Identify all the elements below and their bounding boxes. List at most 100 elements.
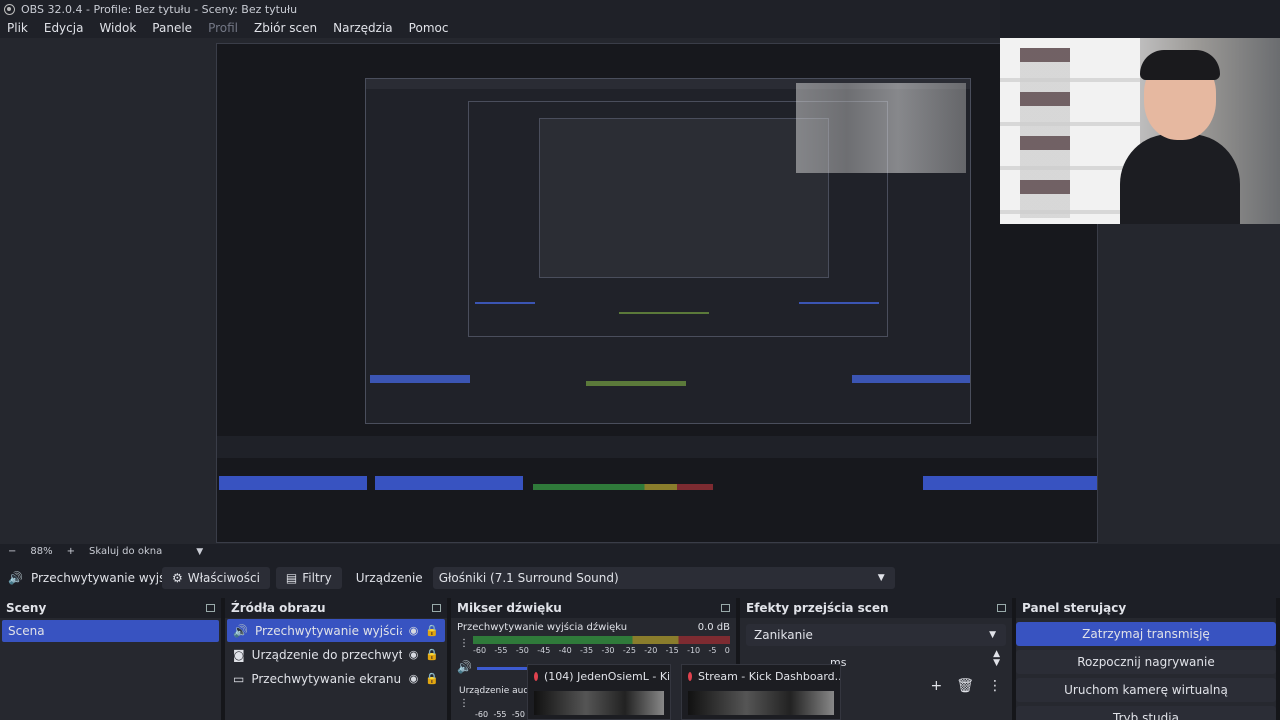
sources-dock: Źródła obrazu 🔊 Przechwytywanie wyjścia … (225, 598, 447, 720)
menu-tools[interactable]: Narzędzia (333, 21, 393, 35)
mixer-menu-icon[interactable]: ⋮ (459, 638, 469, 649)
scenes-title: Sceny (6, 601, 47, 615)
filters-label: Filtry (302, 571, 332, 585)
source-item-capture-device[interactable]: ◙ Urządzenie do przechwytywania ◉ 🔒 (227, 643, 445, 666)
undock-icon[interactable] (206, 604, 215, 612)
scene-item[interactable]: Scena (2, 620, 219, 642)
gear-icon: ⚙ (172, 571, 183, 585)
window-title: OBS 32.0.4 - Profile: Bez tytułu - Sceny… (21, 2, 298, 16)
start-recording-button[interactable]: Rozpocznij nagrywanie (1016, 650, 1276, 674)
transition-select[interactable]: Zanikanie ▼ (746, 624, 1006, 646)
filter-icon: ▤ (285, 571, 298, 585)
undock-icon[interactable] (432, 604, 441, 612)
source-toolbar: 🔊 Przechwytywanie wyjścia d ⚙ Właściwośc… (0, 564, 1280, 592)
stop-streaming-button[interactable]: Zatrzymaj transmisję (1016, 622, 1276, 646)
meter-tick: -5 (708, 646, 717, 655)
studio-mode-button[interactable]: Tryb studia (1016, 706, 1276, 720)
meter-tick: -50 (515, 646, 529, 655)
filters-button[interactable]: ▤ Filtry (275, 567, 342, 589)
meter-tick: 0 (724, 646, 730, 655)
controls-title: Panel sterujący (1022, 601, 1127, 615)
sources-dock-header: Źródła obrazu (225, 598, 447, 618)
device-select[interactable]: Głośniki (7.1 Surround Sound) ▼ (432, 567, 895, 589)
properties-button[interactable]: ⚙ Właściwości (162, 567, 270, 589)
start-virtual-camera-button[interactable]: Uruchom kamerę wirtualną (1016, 678, 1276, 702)
taskbar-preview-browser[interactable]: (104) JedenOsiemL - Kic... (527, 664, 671, 720)
mixer-track-db: 0.0 dB (697, 622, 730, 633)
taskbar-preview-title: Stream - Kick Dashboard... (682, 665, 840, 687)
meter-ticks: -60 -55 -50 -45 -40 -35 -30 -25 -20 -15 … (473, 646, 730, 655)
device-label: Urządzenie (355, 571, 423, 585)
captured-meter (533, 484, 713, 490)
lock-icon[interactable]: 🔒 (425, 672, 439, 685)
webcam-person (1120, 50, 1240, 224)
mixer-menu-icon-2[interactable]: ⋮ (459, 698, 469, 709)
zoom-fit-label[interactable]: Skaluj do okna (89, 546, 162, 557)
chevron-down-icon: ▼ (877, 573, 885, 583)
taskbar-preview-label: Stream - Kick Dashboard... (698, 669, 840, 683)
menu-docks[interactable]: Panele (152, 21, 192, 35)
add-icon[interactable]: + (930, 678, 942, 694)
mixer-second-track-name: Urządzenie audi (459, 686, 532, 696)
preview-canvas[interactable] (216, 43, 1098, 543)
meter-tick: -10 (687, 646, 701, 655)
webcam-person-body (1120, 134, 1240, 224)
properties-label: Właściwości (187, 571, 260, 585)
title-bar: OBS 32.0.4 - Profile: Bez tytułu - Sceny… (0, 0, 1000, 18)
nested-scene-row (475, 302, 535, 304)
scenes-dock: Sceny Scena (0, 598, 221, 720)
source-label: Przechwytywanie ekranu (251, 671, 402, 686)
nested-meter-2 (586, 381, 686, 386)
speaker-icon: 🔊 (233, 623, 248, 638)
source-item-screen-capture[interactable]: ▭ Przechwytywanie ekranu ◉ 🔒 (227, 667, 445, 690)
duration-spinner-icon[interactable]: ▲ ▼ (993, 650, 1000, 668)
taskbar-preview-dashboard[interactable]: Stream - Kick Dashboard... (681, 664, 841, 720)
menu-help[interactable]: Pomoc (409, 21, 449, 35)
mixer-dock-header: Mikser dźwięku (451, 598, 736, 618)
selected-source-name: Przechwytywanie wyjścia d (30, 571, 162, 585)
zoom-dropdown-icon[interactable]: ▼ (196, 547, 203, 557)
selected-source: 🔊 Przechwytywanie wyjścia d (0, 571, 162, 585)
source-label: Przechwytywanie wyjścia dźwięk (254, 623, 402, 638)
taskbar-preview-label: (104) JedenOsiemL - Kic... (544, 669, 670, 683)
menu-profile[interactable]: Profil (208, 21, 238, 35)
menu-view[interactable]: Widok (99, 21, 136, 35)
captured-scene-selection (219, 476, 367, 490)
meter-tick: -30 (601, 646, 615, 655)
nested-webcam-strip (796, 83, 966, 173)
trash-icon[interactable]: 🗑 (956, 678, 974, 694)
menu-scene-collection[interactable]: Zbiór scen (254, 21, 317, 35)
menu-edit[interactable]: Edycja (44, 21, 84, 35)
visibility-eye-icon[interactable]: ◉ (409, 648, 419, 661)
menu-bar: Plik Edycja Widok Panele Profil Zbiór sc… (0, 18, 1000, 38)
preview-area[interactable] (0, 38, 1280, 544)
taskbar-preview-thumbnail (534, 691, 664, 715)
undock-icon[interactable] (721, 604, 730, 612)
lock-icon[interactable]: 🔒 (425, 624, 439, 637)
captured-stop-stream (923, 476, 1097, 490)
visibility-eye-icon[interactable]: ◉ (409, 672, 419, 685)
zoom-out-button[interactable]: − (8, 546, 16, 557)
mixer-title: Mikser dźwięku (457, 601, 562, 615)
source-label: Urządzenie do przechwytywania (251, 647, 402, 662)
lock-icon[interactable]: 🔒 (425, 648, 439, 661)
source-item-audio-output[interactable]: 🔊 Przechwytywanie wyjścia dźwięk ◉ 🔒 (227, 619, 445, 642)
mute-speaker-icon[interactable]: 🔊 (457, 660, 472, 674)
mixer-second-ticks: -60 -55 -50 (475, 710, 525, 719)
undock-icon[interactable] (997, 604, 1006, 612)
meter-tick: -15 (665, 646, 679, 655)
nested-mixer-row (619, 312, 709, 314)
transitions-title: Efekty przejścia scen (746, 601, 889, 615)
controls-dock: Panel sterujący Zatrzymaj transmisję Roz… (1016, 598, 1276, 720)
mixer-track-header: Przechwytywanie wyjścia dźwięku 0.0 dB (451, 618, 736, 633)
zoom-in-button[interactable]: + (67, 546, 75, 557)
speaker-icon: 🔊 (8, 571, 23, 585)
meter-tick: -25 (622, 646, 636, 655)
more-icon[interactable]: ⋮ (988, 678, 1002, 694)
meter-tick: -60 (475, 710, 489, 719)
meter-tick: -50 (511, 710, 525, 719)
visibility-eye-icon[interactable]: ◉ (409, 624, 419, 637)
menu-file[interactable]: Plik (7, 21, 28, 35)
webcam-shelves (1000, 38, 1140, 224)
monitor-icon: ▭ (233, 671, 245, 686)
